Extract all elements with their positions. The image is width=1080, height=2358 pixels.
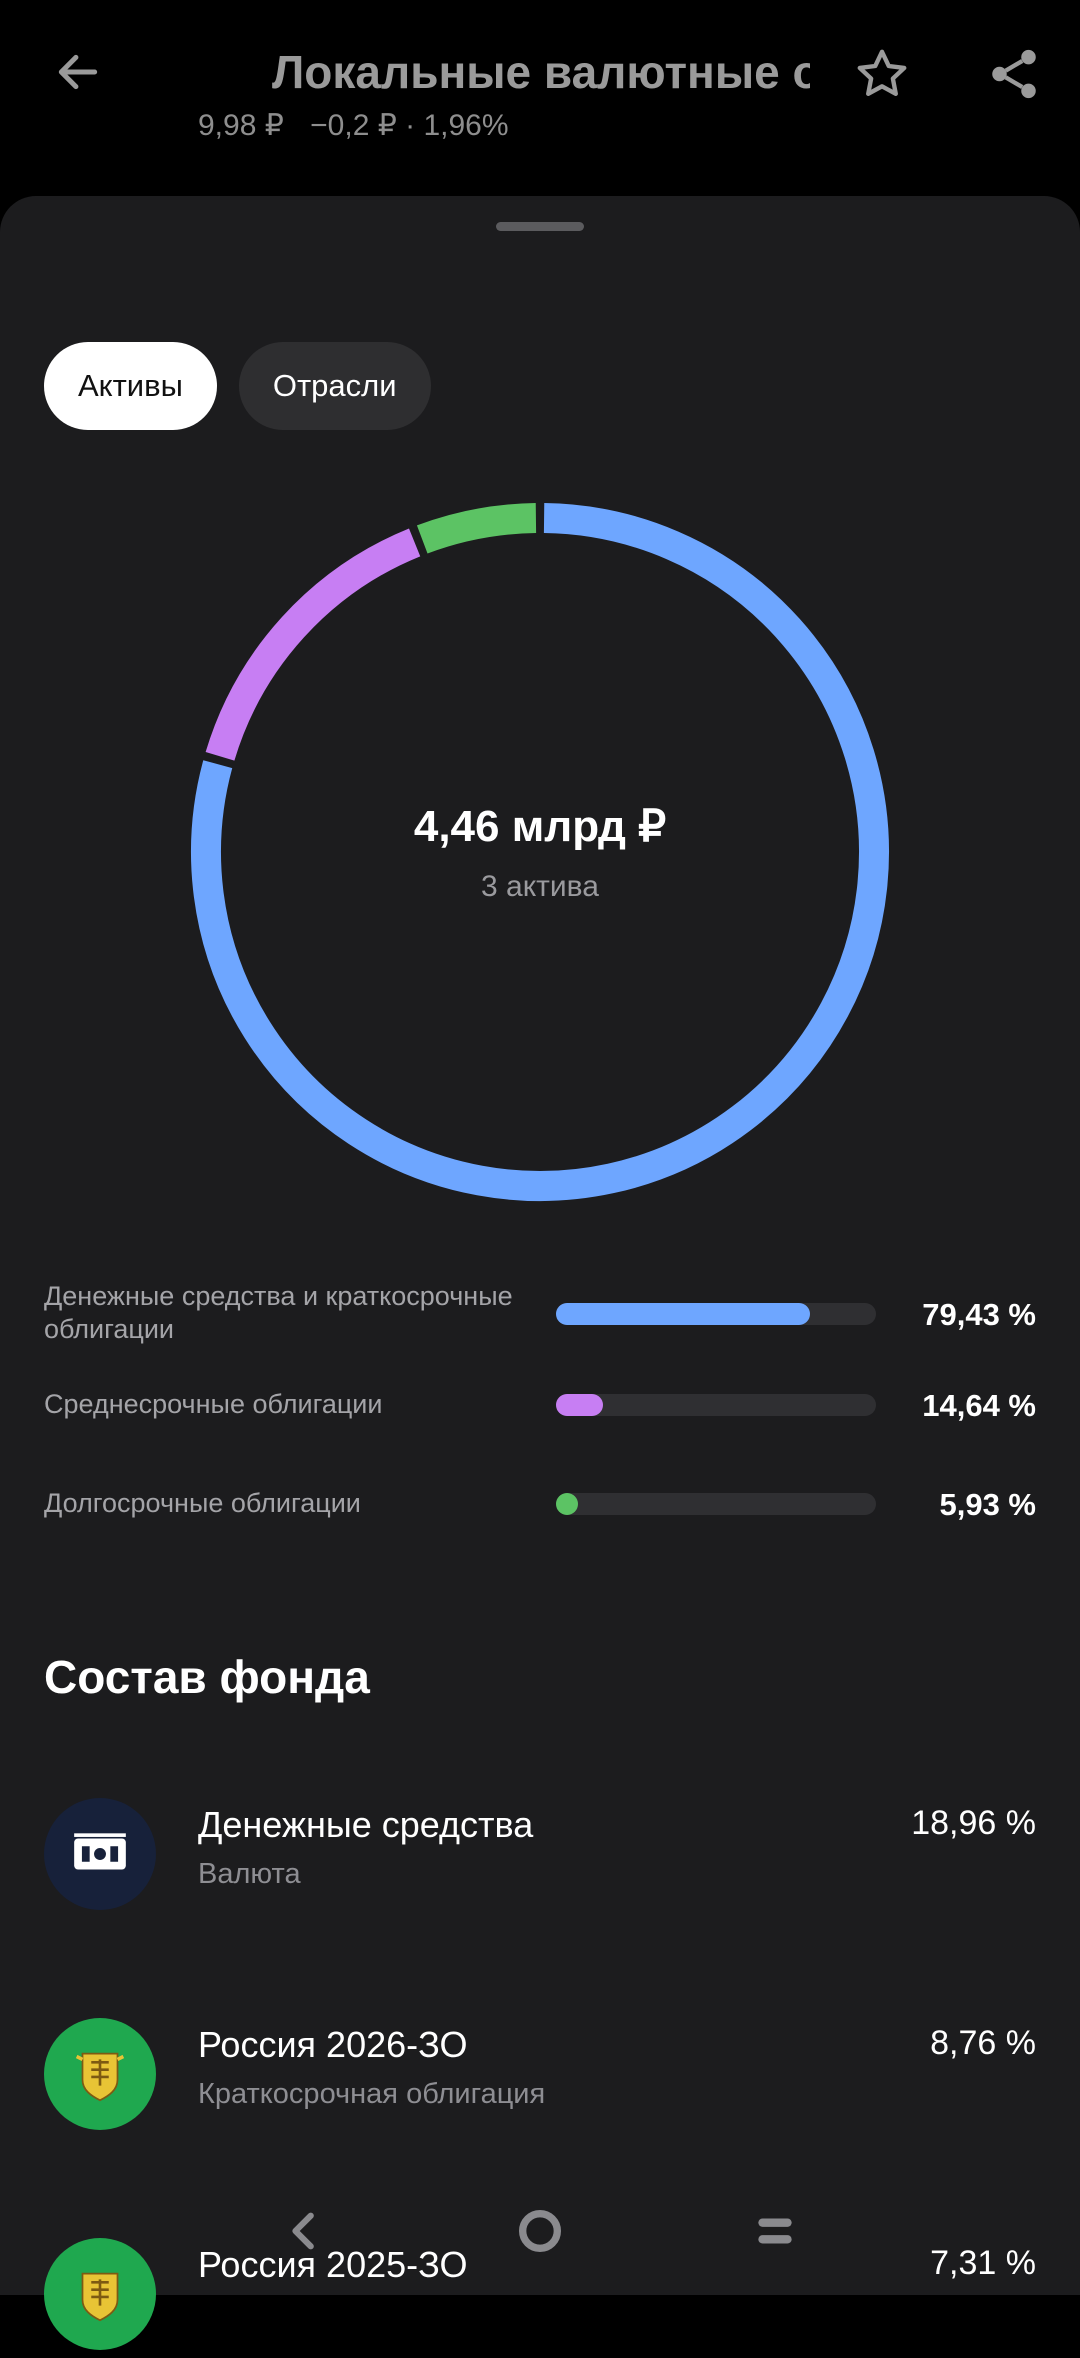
- share-button[interactable]: [978, 38, 1050, 110]
- back-button[interactable]: [44, 38, 112, 106]
- holding-name: Денежные средства: [198, 1804, 534, 1845]
- app-header: Локальные валютные облигации 9,98 ₽ −0,2…: [0, 0, 1080, 196]
- legend-bar-fill: [556, 1394, 603, 1416]
- holding-type: Валюта: [198, 1858, 301, 1890]
- cash-icon: [44, 1798, 156, 1910]
- legend-bar-track: [556, 1303, 876, 1325]
- legend-percent: 14,64 %: [922, 1388, 1036, 1423]
- system-nav-bar: [0, 2180, 1080, 2280]
- fund-price: 9,98 ₽: [198, 109, 284, 142]
- arrow-left-icon: [58, 54, 98, 90]
- legend-bar-fill: [556, 1303, 811, 1325]
- legend-label: Среднесрочные облигации: [44, 1389, 383, 1419]
- russia-emblem-icon: [44, 2018, 156, 2130]
- legend-row-short: Денежные средства и краткосрочные облига…: [44, 1280, 1036, 1350]
- holding-name: Россия 2026-ЗО: [198, 2024, 468, 2065]
- legend-bar-track: [556, 1493, 876, 1515]
- holding-percent: 8,76 %: [930, 2024, 1036, 2062]
- price-line: 9,98 ₽ −0,2 ₽ · 1,96%: [198, 108, 527, 143]
- holding-type: Краткосрочная облигация: [198, 2078, 546, 2110]
- nav-home-button[interactable]: [505, 2196, 575, 2266]
- legend-label: Денежные средства и краткосрочные облига…: [44, 1281, 513, 1344]
- nav-recents-icon: [758, 2218, 792, 2244]
- price-change: −0,2 ₽ · 1,96%: [310, 109, 509, 142]
- share-icon: [992, 49, 1036, 99]
- holding-percent: 18,96 %: [911, 1804, 1036, 1842]
- total-assets-value: 4,46 млрд ₽: [413, 801, 667, 851]
- tab-sectors[interactable]: Отрасли: [238, 342, 431, 430]
- holding-row[interactable]: Россия 2026-ЗО Краткосрочная облигация 8…: [44, 2018, 1036, 2138]
- legend-row-long: Долгосрочные облигации 5,93 %: [44, 1479, 1036, 1529]
- fund-sheet: Активы Отрасли 4,46 млрд ₽ 3 актива Дене…: [0, 196, 1080, 2350]
- composition-title: Состав фонда: [44, 1651, 370, 1703]
- holding-row[interactable]: Денежные средства Валюта 18,96 %: [44, 1798, 1036, 1918]
- legend-bar-track: [556, 1394, 876, 1416]
- fund-title: Локальные валютные облигации: [272, 46, 810, 98]
- legend-label: Долгосрочные облигации: [44, 1488, 361, 1518]
- legend-bar-fill: [556, 1493, 579, 1515]
- nav-back-icon: [292, 2212, 314, 2250]
- nav-back-button[interactable]: [270, 2196, 340, 2266]
- drag-handle[interactable]: [496, 222, 584, 231]
- legend-percent: 79,43 %: [922, 1297, 1036, 1332]
- nav-home-icon: [518, 2209, 562, 2253]
- nav-recents-button[interactable]: [740, 2196, 810, 2266]
- favorite-button[interactable]: [846, 38, 918, 110]
- assets-count: 3 актива: [481, 869, 599, 903]
- star-outline-icon: [857, 49, 907, 96]
- legend-percent: 5,93 %: [939, 1487, 1036, 1522]
- fund-title-container: Локальные валютные облигации: [198, 40, 810, 104]
- donut-center: 4,46 млрд ₽ 3 актива: [190, 502, 890, 1202]
- legend-row-medium: Среднесрочные облигации 14,64 %: [44, 1380, 1036, 1430]
- tab-assets[interactable]: Активы: [44, 342, 217, 430]
- tabs: Активы Отрасли: [44, 342, 431, 430]
